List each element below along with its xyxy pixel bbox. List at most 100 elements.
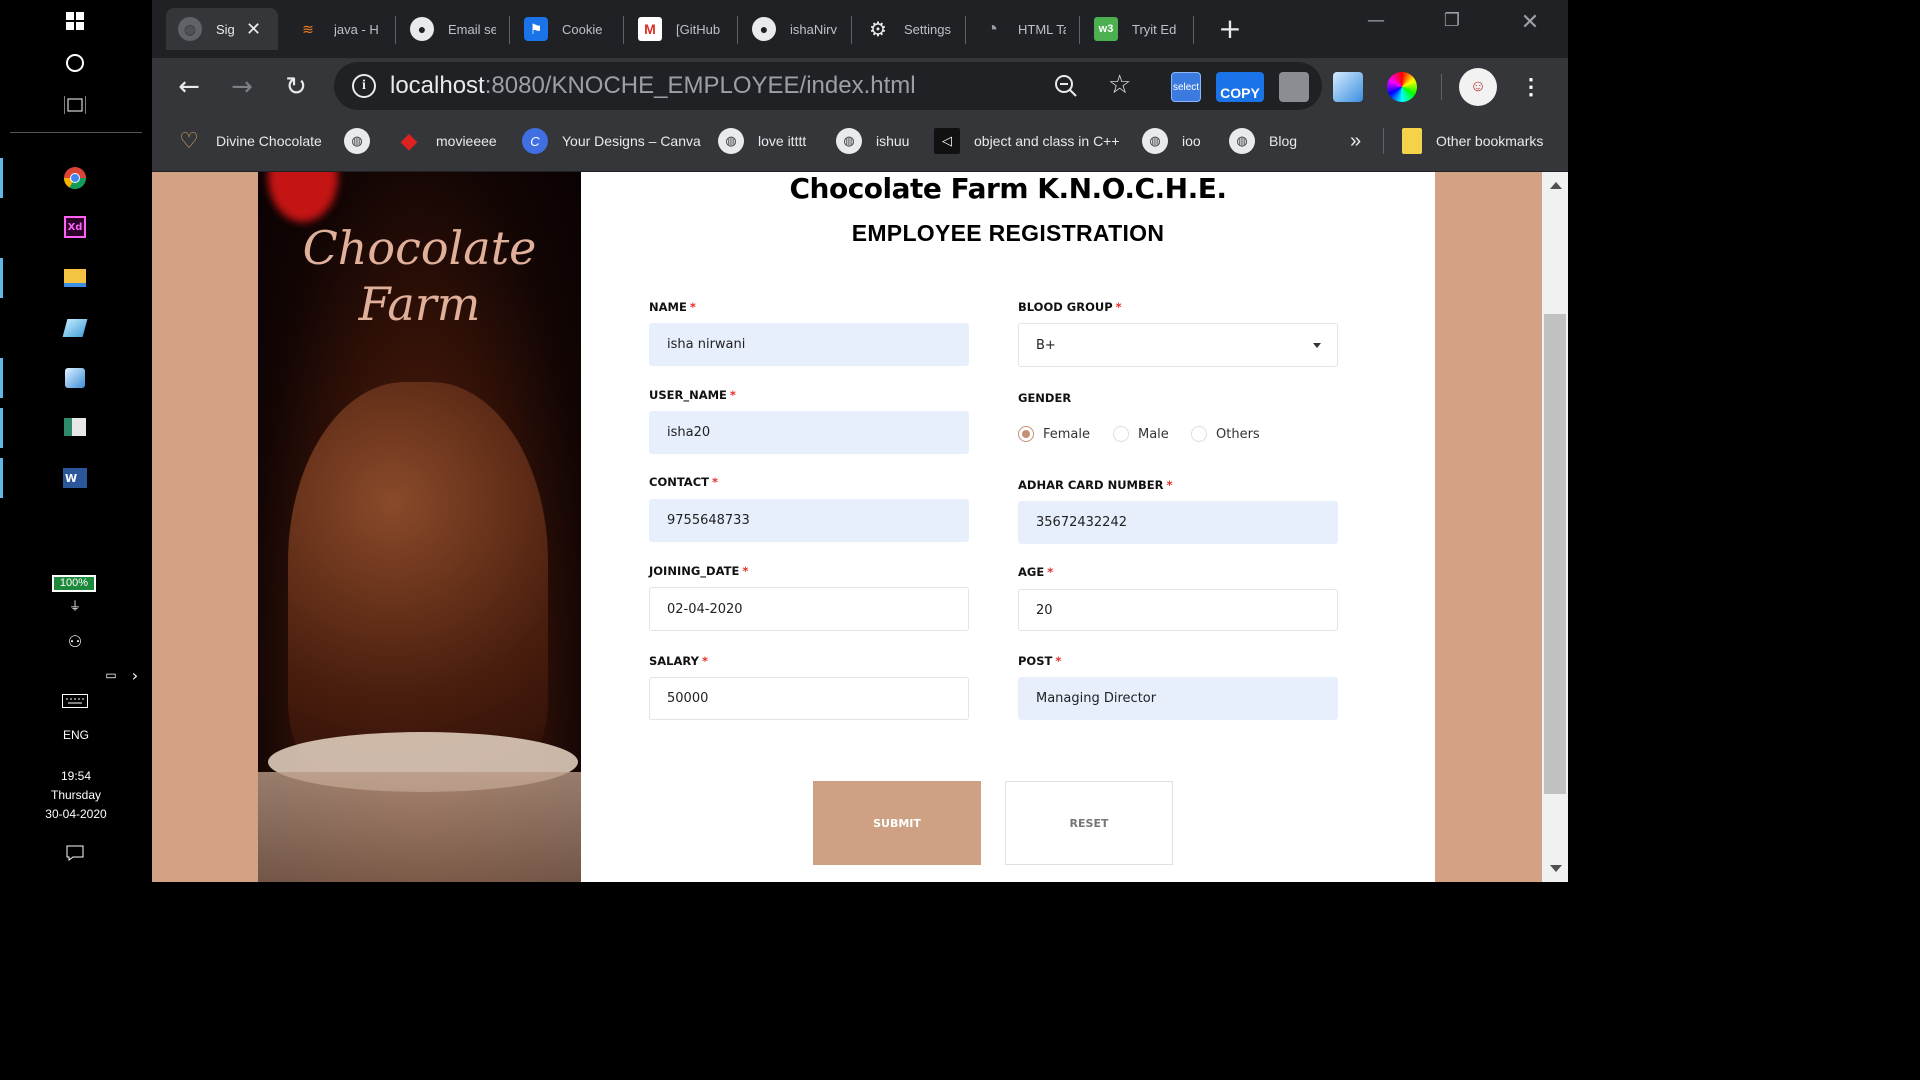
more-bookmarks-icon[interactable]: » <box>1350 126 1361 156</box>
bookmark-ioo[interactable]: ◍ ioo <box>1142 126 1201 156</box>
other-bookmarks[interactable]: Other bookmarks <box>1402 126 1543 156</box>
radio-male[interactable] <box>1113 426 1129 442</box>
submit-button[interactable]: SUBMIT <box>813 781 981 865</box>
scroll-thumb[interactable] <box>1544 314 1566 794</box>
tab-sign[interactable]: ◍ Sig ✕ <box>166 8 278 50</box>
clock-time[interactable]: 19:54 <box>0 767 152 786</box>
tab-github-mail[interactable]: M [GitHub <box>626 8 736 50</box>
reset-button[interactable]: RESET <box>1005 781 1173 865</box>
folder-icon <box>1402 128 1422 154</box>
gender-others-option[interactable]: Others <box>1191 426 1260 442</box>
page-content: Chocolate Farm Chocolate Farm K.N.O.C.H.… <box>152 172 1542 882</box>
tab-label: [GitHub <box>676 21 721 37</box>
chrome-icon[interactable] <box>60 163 90 193</box>
form-title: EMPLOYEE REGISTRATION <box>851 220 1165 246</box>
keyboard-icon[interactable] <box>60 686 90 716</box>
age-label: AGE * <box>1018 565 1054 579</box>
bookmark-divine-chocolate[interactable]: ♡ Divine Chocolate <box>176 126 322 156</box>
chocolate-farm-image: Chocolate Farm <box>258 172 581 882</box>
select-extension-icon[interactable]: select <box>1171 72 1201 102</box>
language-indicator[interactable]: ENG <box>0 726 152 745</box>
github-icon: ● <box>410 17 434 41</box>
task-view-icon[interactable] <box>60 90 90 120</box>
flag-icon: ⚑ <box>524 17 548 41</box>
tab-label: java - H <box>334 21 379 37</box>
github-icon: ● <box>752 17 776 41</box>
tab-label: HTML Ta <box>1018 21 1066 37</box>
bookmark-object-class[interactable]: ◁ object and class in C++ <box>934 126 1120 156</box>
tab-settings[interactable]: ⚙ Settings <box>854 8 964 50</box>
tab-email[interactable]: ● Email se <box>398 8 508 50</box>
word-icon[interactable]: W <box>60 463 90 493</box>
scroll-down-icon[interactable] <box>1550 865 1562 872</box>
cortana-icon[interactable] <box>60 48 90 78</box>
menu-icon[interactable]: ⋮ <box>1516 72 1546 102</box>
bookmark-ishuu[interactable]: ◍ ishuu <box>836 126 909 156</box>
windows-taskbar: Xd W 100% ⏚ ⚇ ▭ › ENG 19:54 Thursday 30-… <box>0 0 152 882</box>
bookmark-movieeee[interactable]: ◆ movieeee <box>396 126 497 156</box>
info-icon[interactable]: i <box>352 74 376 98</box>
close-icon[interactable]: ✕ <box>246 19 261 40</box>
salary-label: SALARY * <box>649 654 708 668</box>
forward-icon[interactable]: → <box>227 72 257 102</box>
windows-icon[interactable] <box>60 6 90 36</box>
scroll-up-icon[interactable] <box>1550 182 1562 189</box>
contact-label: CONTACT * <box>649 475 718 489</box>
name-input[interactable]: isha nirwani <box>649 323 969 366</box>
bookmark-star-icon[interactable]: ☆ <box>1108 70 1131 100</box>
people-icon[interactable]: ⚇ <box>60 626 90 656</box>
radio-others[interactable] <box>1191 426 1207 442</box>
page-scrollbar[interactable] <box>1542 172 1568 882</box>
adhar-input[interactable]: 35672432242 <box>1018 501 1338 544</box>
post-input[interactable]: Managing Director <box>1018 677 1338 720</box>
restore-icon[interactable]: ❐ <box>1432 10 1472 31</box>
grey-extension-icon[interactable] <box>1279 72 1309 102</box>
bookmark-canva[interactable]: C Your Designs – Canva <box>522 126 701 156</box>
file-explorer-icon[interactable] <box>60 263 90 293</box>
window-app-icon[interactable] <box>60 412 90 442</box>
image-title: Chocolate Farm <box>302 221 537 331</box>
zoom-search-icon[interactable] <box>1054 74 1078 102</box>
tab-tryit[interactable]: w3 Tryit Ed <box>1082 8 1192 50</box>
cube-icon[interactable] <box>60 363 90 393</box>
copy-extension-icon[interactable]: COPY <box>1216 72 1264 102</box>
joining-date-label: JOINING_DATE * <box>649 564 749 578</box>
clock-date[interactable]: 30-04-2020 <box>0 805 152 824</box>
gender-female-option[interactable]: Female <box>1018 426 1090 442</box>
gender-male-option[interactable]: Male <box>1113 426 1169 442</box>
cube-extension-icon[interactable] <box>1333 72 1363 102</box>
contact-input[interactable]: 9755648733 <box>649 499 969 542</box>
bookmark-love-itttt[interactable]: ◍ love itttt <box>718 126 806 156</box>
farm-title: Chocolate Farm K.N.O.C.H.E. <box>789 172 1227 205</box>
globe-icon: ◍ <box>1142 128 1168 154</box>
notification-icon[interactable] <box>60 838 90 868</box>
avatar[interactable]: ☺ <box>1459 68 1497 106</box>
blood-group-label: BLOOD GROUP * <box>1018 300 1122 314</box>
back-icon[interactable]: ← <box>174 72 204 102</box>
radio-female[interactable] <box>1018 426 1034 442</box>
age-input[interactable]: 20 <box>1018 589 1338 631</box>
canva-icon: C <box>522 128 548 154</box>
app-icon[interactable] <box>60 313 90 343</box>
url-text[interactable]: localhost:8080/KNOCHE_EMPLOYEE/index.htm… <box>390 72 916 100</box>
color-wheel-extension-icon[interactable] <box>1387 72 1417 102</box>
blood-group-select[interactable]: B+ <box>1018 323 1338 367</box>
close-window-icon[interactable]: ✕ <box>1510 10 1550 35</box>
xd-icon[interactable]: Xd <box>60 212 90 242</box>
tab-label: Email se <box>448 21 496 37</box>
tab-java[interactable]: ≋ java - H <box>284 8 394 50</box>
new-tab-icon[interactable]: + <box>1210 12 1250 45</box>
tab-html[interactable]: ◔ HTML Ta <box>968 8 1078 50</box>
chevron-right-icon[interactable]: › <box>120 660 150 690</box>
red-gem-icon: ◆ <box>400 128 418 153</box>
minimize-icon[interactable]: — <box>1356 10 1396 31</box>
bookmark-globe[interactable]: ◍ <box>344 126 384 156</box>
bookmark-blog[interactable]: ◍ Blog <box>1229 126 1297 156</box>
user-name-input[interactable]: isha20 <box>649 411 969 454</box>
tab-ishanirwani[interactable]: ● ishaNirv <box>740 8 850 50</box>
joining-date-input[interactable]: 02-04-2020 <box>649 587 969 631</box>
clock-day[interactable]: Thursday <box>0 786 152 805</box>
tab-cookie[interactable]: ⚑ Cookie <box>512 8 622 50</box>
salary-input[interactable]: 50000 <box>649 677 969 720</box>
reload-icon[interactable]: ↻ <box>281 72 311 102</box>
